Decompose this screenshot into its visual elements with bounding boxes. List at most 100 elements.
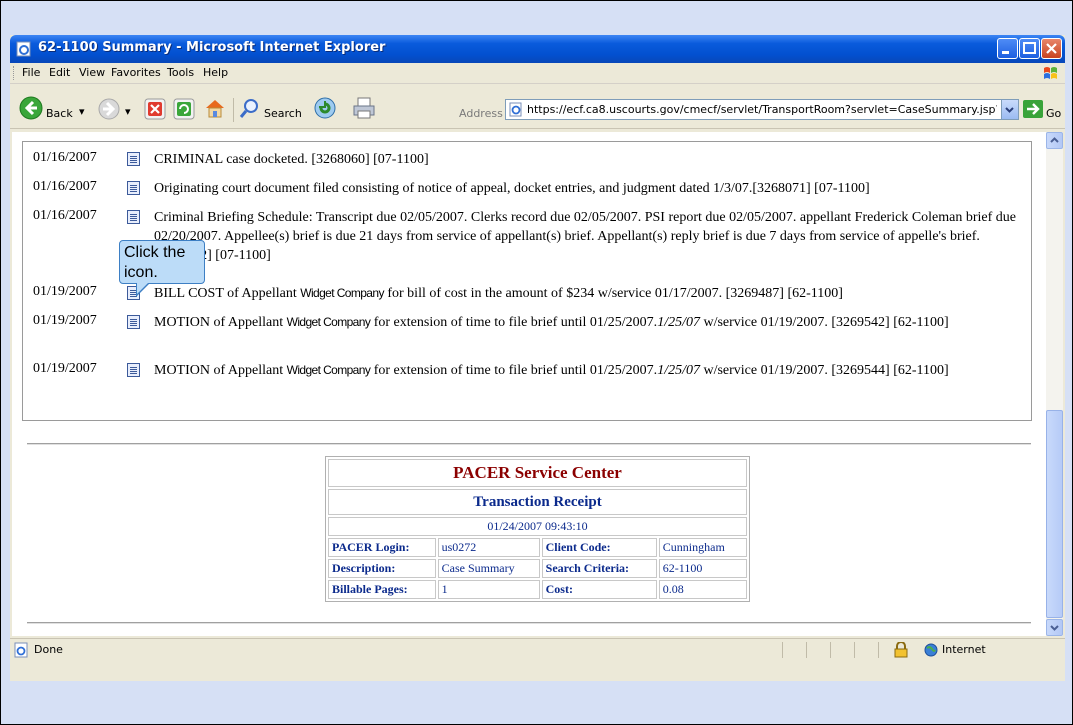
document-icon[interactable]: [127, 315, 140, 329]
maximize-button[interactable]: [1019, 38, 1040, 59]
toolbar: Back ▾ ▾ Search Address https://ecf.ca8.…: [10, 84, 1065, 129]
entry-date: 01/16/2007: [33, 208, 97, 223]
favorites-icon[interactable]: [313, 96, 337, 120]
document-icon[interactable]: [127, 181, 140, 195]
chevron-down-icon: [1050, 625, 1059, 631]
entry-text: CRIMINAL case docketed. [3268060] [07-11…: [154, 152, 429, 167]
entry-text-italic: 1/25/07: [657, 363, 700, 378]
status-separator: [830, 642, 831, 658]
receipt-label: Client Code:: [541, 538, 657, 557]
transaction-receipt: PACER Service Center Transaction Receipt…: [325, 456, 750, 602]
toolbar-separator: [233, 98, 234, 122]
ie-page-icon: [14, 642, 28, 658]
entry-text: Originating court document filed consist…: [154, 181, 870, 196]
address-dropdown-button[interactable]: [1001, 100, 1018, 119]
receipt-label: Search Criteria:: [541, 559, 657, 578]
entry-text-mid: for extension of time to file brief unti…: [373, 363, 658, 378]
entry-text-post: w/service 01/19/2007. [3269542] [62-1100…: [703, 315, 949, 330]
entry-text: Criminal Briefing Schedule: Transcript d…: [154, 210, 1017, 263]
document-icon[interactable]: [127, 363, 140, 377]
receipt-value: Case Summary: [437, 559, 540, 578]
ie-page-icon: [16, 41, 31, 57]
print-icon[interactable]: [352, 96, 376, 120]
entry-date: 01/19/2007: [33, 284, 97, 299]
company-name: Widget Company: [300, 286, 384, 300]
status-separator: [782, 642, 783, 658]
address-label: Address: [459, 107, 503, 120]
go-button-label[interactable]: Go: [1046, 107, 1061, 120]
back-button-label[interactable]: Back: [46, 107, 73, 120]
menu-tools[interactable]: Tools: [167, 66, 194, 79]
scroll-up-button[interactable]: [1046, 132, 1063, 149]
document-icon[interactable]: [127, 152, 140, 166]
entry-text: MOTION of Appellant Widget Company for e…: [154, 361, 1034, 380]
receipt-label: Billable Pages:: [328, 580, 436, 599]
entry-text: MOTION of Appellant Widget Company for e…: [154, 313, 1034, 332]
status-separator: [806, 642, 807, 658]
receipt-label: PACER Login:: [328, 538, 436, 557]
minimize-icon: [1002, 51, 1009, 54]
entry-date: 01/16/2007: [33, 150, 97, 165]
ie-page-icon: [509, 102, 522, 117]
receipt-subtitle: Transaction Receipt: [328, 489, 747, 515]
chevron-down-icon: [1005, 107, 1014, 113]
lock-icon: [894, 642, 908, 658]
back-arrow-icon[interactable]: [19, 96, 43, 120]
scroll-down-button[interactable]: [1046, 619, 1063, 636]
chevron-up-icon: [1050, 137, 1059, 143]
security-zone-label: Internet: [942, 643, 986, 656]
callout-pointer-fill: [137, 282, 149, 294]
stop-icon[interactable]: [144, 98, 166, 120]
close-button[interactable]: [1041, 38, 1062, 59]
forward-dropdown-icon[interactable]: ▾: [125, 105, 131, 118]
title-bar: 62-1100 Summary - Microsoft Internet Exp…: [10, 35, 1065, 63]
home-icon[interactable]: [203, 96, 227, 120]
search-icon[interactable]: [239, 97, 261, 119]
entry-text-pre: MOTION of Appellant: [154, 315, 284, 330]
menu-file[interactable]: File: [22, 66, 40, 79]
vertical-scrollbar[interactable]: [1046, 132, 1063, 636]
windows-flag-icon: [1044, 67, 1057, 79]
document-icon[interactable]: [127, 210, 140, 224]
tutorial-callout: Click the icon.: [119, 240, 205, 284]
search-button-label[interactable]: Search: [264, 107, 302, 120]
receipt-label: Description:: [328, 559, 436, 578]
receipt-value: Cunningham: [658, 538, 747, 557]
menu-favorites[interactable]: Favorites: [111, 66, 161, 79]
window-title: 62-1100 Summary - Microsoft Internet Exp…: [38, 40, 386, 55]
status-separator: [878, 642, 879, 658]
minimize-button[interactable]: [997, 38, 1018, 59]
divider: [27, 622, 1031, 624]
forward-arrow-icon[interactable]: [98, 98, 120, 120]
receipt-label: Cost:: [541, 580, 657, 599]
receipt-timestamp: 01/24/2007 09:43:10: [328, 517, 747, 536]
menu-edit[interactable]: Edit: [49, 66, 70, 79]
address-url[interactable]: https://ecf.ca8.uscourts.gov/cmecf/servl…: [527, 103, 997, 116]
entry-text-pre: MOTION of Appellant: [154, 363, 284, 378]
go-arrow-icon[interactable]: [1023, 100, 1043, 118]
receipt-value: 62-1100: [658, 559, 747, 578]
entry-date: 01/16/2007: [33, 179, 97, 194]
receipt-title: PACER Service Center: [328, 459, 747, 487]
company-name: Widget Company: [286, 363, 371, 377]
entry-text: BILL COST of Appellant Widget Company fo…: [154, 284, 1034, 303]
globe-icon: [924, 643, 938, 657]
entry-text-post: for bill of cost in the amount of $234 w…: [387, 286, 843, 301]
maximize-icon: [1023, 42, 1036, 54]
menu-view[interactable]: View: [79, 66, 105, 79]
receipt-row: Description: Case Summary Search Criteri…: [328, 559, 747, 578]
address-bar[interactable]: https://ecf.ca8.uscourts.gov/cmecf/servl…: [505, 99, 1019, 120]
menu-grip: [13, 66, 17, 80]
company-name: Widget Company: [286, 315, 371, 329]
back-dropdown-icon[interactable]: ▾: [79, 105, 85, 118]
close-icon: [1046, 43, 1057, 54]
page-content: 01/16/2007 CRIMINAL case docketed. [3268…: [12, 132, 1046, 636]
entry-text-italic: 1/25/07: [657, 315, 700, 330]
status-text: Done: [34, 643, 63, 656]
refresh-icon[interactable]: [173, 98, 195, 120]
status-bar: Done Internet: [10, 638, 1065, 661]
scroll-thumb[interactable]: [1046, 410, 1063, 618]
menu-help[interactable]: Help: [203, 66, 228, 79]
receipt-value: 0.08: [658, 580, 747, 599]
entry-text-post: w/service 01/19/2007. [3269544] [62-1100…: [703, 363, 949, 378]
